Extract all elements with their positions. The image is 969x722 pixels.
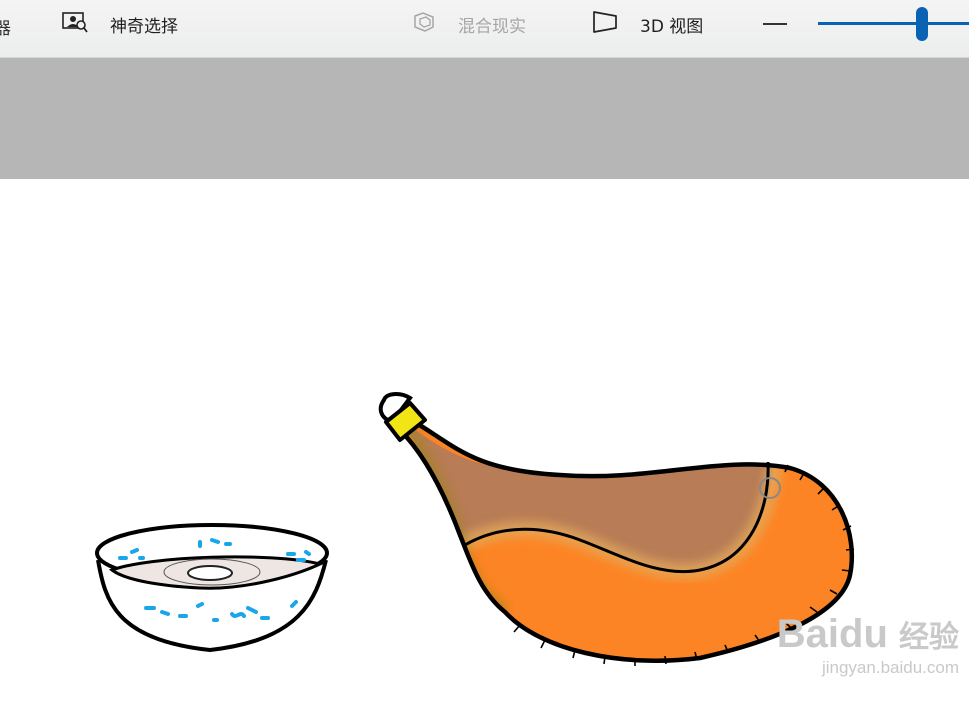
toolbar-clipped-label: 器 [0,19,11,39]
mixed-reality-button[interactable]: 混合现实 [412,0,526,48]
3d-view-label: 3D 视图 [640,16,704,37]
zoom-out-icon[interactable] [763,23,787,25]
drawing-canvas[interactable] [0,179,969,722]
bowl-drawing [95,523,329,653]
workspace-background [0,58,969,179]
mixed-reality-label: 混合现实 [458,16,526,37]
3d-view-button[interactable]: 3D 视图 [592,0,703,48]
mixed-reality-icon [412,11,436,37]
3d-view-icon [592,10,618,38]
zoom-slider-track[interactable] [818,22,969,25]
zoom-slider-thumb[interactable] [916,7,928,41]
ribbon-toolbar: 器 神奇选择 混合现实 3D 视图 [0,0,969,58]
bottle-drawing [378,392,855,666]
magic-select-button[interactable]: 神奇选择 [62,0,178,48]
drawing-artwork [95,392,855,666]
magic-select-icon [62,11,88,37]
magic-select-label: 神奇选择 [110,16,178,37]
